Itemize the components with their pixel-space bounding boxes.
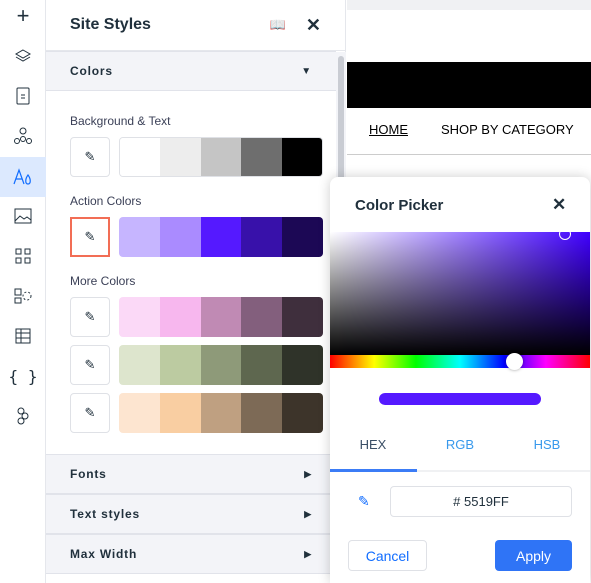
- panel-title: Site Styles: [70, 16, 151, 33]
- site-header-bar: [347, 62, 591, 108]
- section-label: Max Width: [70, 547, 138, 561]
- color-swatch[interactable]: [200, 138, 242, 176]
- color-swatch[interactable]: [159, 217, 201, 257]
- edit-bg-colors-button[interactable]: ✎: [70, 137, 110, 177]
- tab-hex[interactable]: HEX: [330, 437, 416, 452]
- sv-handle[interactable]: [559, 228, 571, 240]
- color-swatch[interactable]: [119, 297, 160, 337]
- eyedropper-icon[interactable]: ✎: [358, 493, 370, 510]
- section-label: Colors: [70, 64, 113, 78]
- site-styles-icon[interactable]: [0, 157, 46, 197]
- edit-action-colors-button[interactable]: ✎: [70, 217, 110, 257]
- connections-icon[interactable]: [0, 116, 46, 156]
- color-swatch[interactable]: [159, 297, 201, 337]
- hue-handle[interactable]: [506, 353, 523, 370]
- color-swatch[interactable]: [159, 393, 201, 433]
- nav-shop-by-category[interactable]: SHOP BY CATEGORY: [441, 122, 574, 137]
- color-swatch[interactable]: [120, 138, 161, 176]
- color-swatch[interactable]: [241, 217, 283, 257]
- components-icon[interactable]: [0, 276, 46, 316]
- close-icon[interactable]: ✕: [552, 195, 566, 215]
- apply-button[interactable]: Apply: [495, 540, 572, 571]
- fonts-section-header[interactable]: Fonts ▶: [46, 454, 336, 494]
- left-toolbar: + { }: [0, 0, 46, 583]
- edit-more-colors-3-button[interactable]: ✎: [70, 393, 110, 433]
- color-swatch[interactable]: [282, 217, 323, 257]
- color-swatch[interactable]: [241, 297, 283, 337]
- bg-text-label: Background & Text: [70, 114, 171, 128]
- caret-right-icon: ▶: [304, 508, 312, 519]
- color-preview-bar: [379, 393, 541, 405]
- color-swatch[interactable]: [119, 345, 160, 385]
- close-icon[interactable]: ✕: [306, 15, 321, 36]
- color-swatch[interactable]: [160, 138, 201, 176]
- action-colors-label: Action Colors: [70, 194, 142, 208]
- saturation-brightness-area[interactable]: [330, 228, 590, 355]
- add-icon[interactable]: +: [0, 0, 46, 36]
- apps-icon[interactable]: [0, 236, 46, 276]
- layers-icon[interactable]: [0, 36, 46, 76]
- cancel-button[interactable]: Cancel: [348, 540, 427, 571]
- color-picker-dialog: Color Picker ✕ HEX RGB HSB ✎ # 5519FF Ca…: [330, 177, 590, 583]
- code-icon[interactable]: { }: [0, 356, 46, 396]
- nav-home[interactable]: HOME: [369, 122, 408, 137]
- color-swatch[interactable]: [200, 217, 242, 257]
- hex-input[interactable]: # 5519FF: [390, 486, 572, 517]
- action-color-strip[interactable]: [119, 217, 323, 257]
- color-swatch[interactable]: [119, 217, 160, 257]
- edit-more-colors-1-button[interactable]: ✎: [70, 297, 110, 337]
- text-styles-section-header[interactable]: Text styles ▶: [46, 494, 336, 534]
- color-swatch[interactable]: [200, 345, 242, 385]
- more-color-strip[interactable]: [119, 345, 323, 385]
- active-tab-indicator: [330, 469, 417, 472]
- caret-right-icon: ▶: [304, 548, 312, 559]
- color-swatch[interactable]: [159, 345, 201, 385]
- caret-down-icon: ▼: [301, 65, 312, 77]
- picker-title: Color Picker: [355, 197, 444, 214]
- media-icon[interactable]: [0, 196, 46, 236]
- help-book-icon[interactable]: 📖: [270, 17, 286, 33]
- color-swatch[interactable]: [241, 393, 283, 433]
- bg-color-strip[interactable]: [119, 137, 323, 177]
- color-swatch[interactable]: [241, 345, 283, 385]
- section-label: Text styles: [70, 507, 140, 521]
- tab-hsb[interactable]: HSB: [504, 437, 590, 452]
- cms-table-icon[interactable]: [0, 316, 46, 356]
- color-swatch[interactable]: [282, 345, 323, 385]
- color-swatch[interactable]: [200, 297, 242, 337]
- site-styles-panel: Site Styles 📖 ✕ Colors ▼ Background & Tex…: [46, 0, 346, 583]
- more-color-strip[interactable]: [119, 393, 323, 433]
- caret-right-icon: ▶: [304, 468, 312, 479]
- color-swatch[interactable]: [200, 393, 242, 433]
- tab-rgb[interactable]: RGB: [417, 437, 503, 452]
- max-width-section-header[interactable]: Max Width ▶: [46, 534, 336, 574]
- color-swatch[interactable]: [282, 393, 323, 433]
- edit-more-colors-2-button[interactable]: ✎: [70, 345, 110, 385]
- design-tokens-icon[interactable]: [0, 396, 46, 436]
- colors-section-header[interactable]: Colors ▼: [46, 51, 336, 91]
- color-swatch[interactable]: [282, 297, 323, 337]
- color-swatch[interactable]: [119, 393, 160, 433]
- color-swatch[interactable]: [241, 138, 282, 176]
- color-swatch[interactable]: [281, 138, 322, 176]
- more-colors-label: More Colors: [70, 274, 136, 288]
- more-color-strip[interactable]: [119, 297, 323, 337]
- pages-icon[interactable]: [0, 76, 46, 116]
- hue-slider[interactable]: [330, 353, 590, 370]
- section-label: Fonts: [70, 467, 107, 481]
